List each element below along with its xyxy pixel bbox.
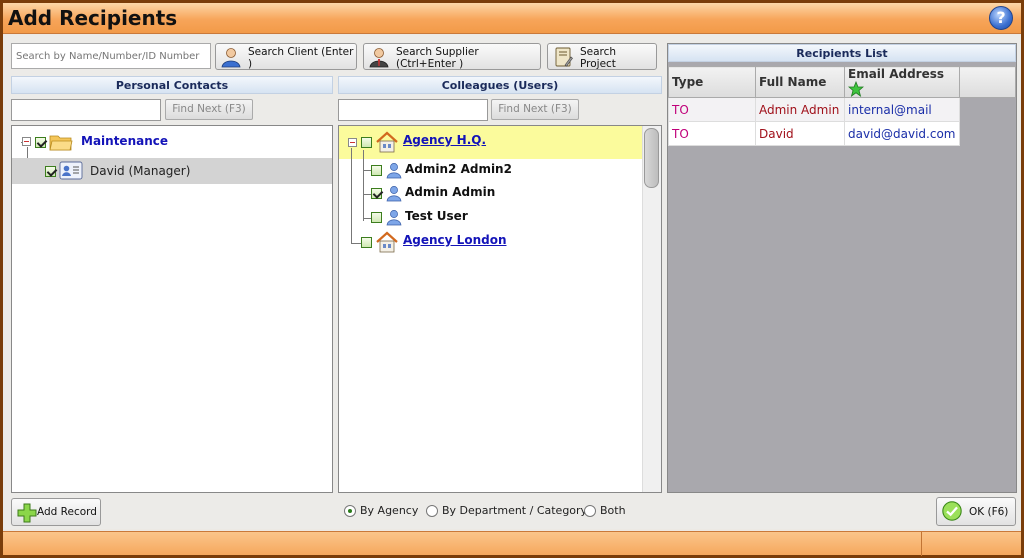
personal-contacts-tree: Maintenance David (Manager) <box>11 125 333 493</box>
maintenance-checkbox[interactable] <box>35 137 46 148</box>
tree-item-label: Agency H.Q. <box>403 133 487 147</box>
column-header-type[interactable]: Type <box>668 66 756 98</box>
tree-item-label: Test User <box>405 209 468 223</box>
recipient-name: Admin Admin <box>755 97 845 122</box>
house-icon <box>376 131 398 153</box>
column-header-email[interactable]: Email Address <box>844 66 960 98</box>
client-person-icon <box>221 48 241 68</box>
colleagues-find-input[interactable] <box>338 99 488 121</box>
search-project-button[interactable]: Search Project <box>547 43 657 70</box>
scrollbar-thumb[interactable] <box>644 128 659 188</box>
dialog-content: Search Client (Enter ) Search Supplier (… <box>3 35 1021 529</box>
search-supplier-button[interactable]: Search Supplier (Ctrl+Enter ) <box>363 43 541 70</box>
table-row[interactable]: TO Admin Admin internal@mail <box>668 97 1016 122</box>
recipient-search-input[interactable] <box>11 43 211 69</box>
tree-item-label: Admin Admin <box>405 185 496 199</box>
status-bar <box>3 531 1021 556</box>
user-icon <box>386 163 402 179</box>
test-user-checkbox[interactable] <box>371 212 382 223</box>
recipient-type: TO <box>668 97 756 122</box>
folder-icon <box>49 135 73 151</box>
tree-item-label: Maintenance <box>81 134 169 148</box>
agency-hq-checkbox[interactable] <box>361 137 372 148</box>
plus-icon <box>17 503 37 523</box>
tree-item-maintenance[interactable]: Maintenance <box>12 130 332 154</box>
recipient-name: David <box>755 121 845 146</box>
title-bar: Add Recipients ? <box>3 3 1021 34</box>
radio-by-department[interactable] <box>426 505 438 517</box>
add-record-button[interactable]: Add Record <box>11 498 101 526</box>
table-row[interactable]: TO David david@david.com <box>668 121 1016 146</box>
recipients-table: Type Full Name Email Address TO Admin Ad… <box>668 66 1016 146</box>
recipient-type: TO <box>668 121 756 146</box>
tree-item-label: Agency London <box>403 233 507 247</box>
personal-contacts-header: Personal Contacts <box>11 76 333 94</box>
column-header-full-name[interactable]: Full Name <box>755 66 845 98</box>
tree-item-label: David (Manager) <box>90 164 191 178</box>
colleagues-tree: Agency H.Q. Admin2 Admin2 Admin Admin Te… <box>338 125 662 493</box>
help-icon[interactable]: ? <box>989 6 1013 30</box>
tree-item-agency-hq[interactable]: Agency H.Q. <box>339 130 642 154</box>
radio-label-both: Both <box>600 504 626 517</box>
tree-item-label: Admin2 Admin2 <box>405 162 512 176</box>
david-manager-checkbox[interactable] <box>45 166 56 177</box>
recipient-email: david@david.com <box>844 121 960 146</box>
recipients-panel: Recipients List Type Full Name Email Add… <box>667 43 1017 493</box>
add-recipients-dialog: Add Recipients ? Search Client (Enter ) … <box>0 0 1024 558</box>
user-icon <box>386 186 402 202</box>
tree-item-agency-london[interactable]: Agency London <box>339 229 642 253</box>
radio-label-by-agency: By Agency <box>360 504 419 517</box>
colleagues-scrollbar[interactable] <box>642 126 661 492</box>
recipients-list-header: Recipients List <box>668 44 1016 62</box>
tree-item-admin2-admin2[interactable]: Admin2 Admin2 <box>339 158 642 182</box>
project-notebook-icon <box>555 47 573 67</box>
check-circle-icon <box>942 501 962 521</box>
search-client-button[interactable]: Search Client (Enter ) <box>215 43 357 70</box>
supplier-person-icon <box>369 48 389 68</box>
tree-item-admin-admin[interactable]: Admin Admin <box>339 182 642 206</box>
colleagues-find-next-button[interactable]: Find Next (F3) <box>491 99 579 120</box>
user-icon <box>386 210 402 226</box>
collapse-toggle-icon[interactable] <box>348 138 357 147</box>
dialog-title: Add Recipients <box>8 6 178 30</box>
radio-label-by-department: By Department / Category <box>442 504 588 517</box>
radio-both[interactable] <box>584 505 596 517</box>
admin-admin-checkbox[interactable] <box>371 188 382 199</box>
tree-item-test-user[interactable]: Test User <box>339 206 642 230</box>
radio-by-agency[interactable] <box>344 505 356 517</box>
personal-find-next-button[interactable]: Find Next (F3) <box>165 99 253 120</box>
agency-london-checkbox[interactable] <box>361 237 372 248</box>
admin2-checkbox[interactable] <box>371 165 382 176</box>
personal-find-input[interactable] <box>11 99 161 121</box>
house-icon <box>376 231 398 253</box>
tree-item-david-manager[interactable]: David (Manager) <box>12 158 332 184</box>
ok-button[interactable]: OK (F6) <box>936 497 1016 526</box>
star-icon <box>847 80 865 97</box>
colleagues-header: Colleagues (Users) <box>338 76 662 94</box>
recipient-email: internal@mail <box>844 97 960 122</box>
contact-card-icon <box>59 161 83 180</box>
